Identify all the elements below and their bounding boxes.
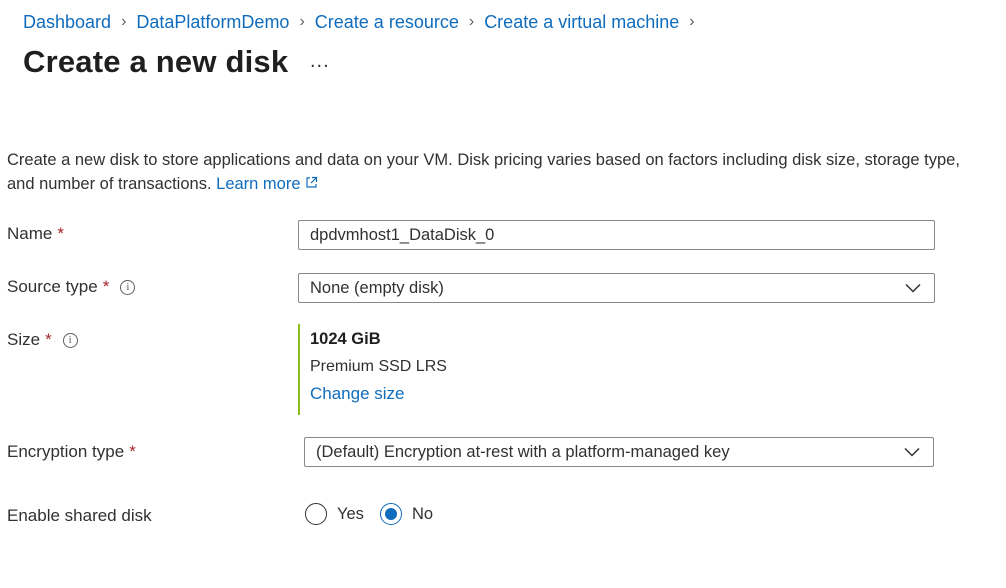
encryption-type-value: (Default) Encryption at-rest with a plat… [316,442,730,461]
source-type-dropdown[interactable]: None (empty disk) [298,273,935,303]
info-icon[interactable]: i [120,279,136,295]
info-icon[interactable]: i [62,332,78,348]
radio-unchecked-icon [305,503,327,525]
page-description: Create a new disk to store applications … [7,148,967,196]
name-label: Name * [7,224,64,243]
chevron-down-icon [903,278,923,298]
breadcrumb-create-a-virtual-machine[interactable]: Create a virtual machine [484,12,679,33]
breadcrumb: Dashboard › DataPlatformDemo › Create a … [23,10,705,34]
name-input[interactable]: dpdvmhost1_DataDisk_0 [298,220,935,250]
required-marker: * [57,224,64,243]
size-label: Size * i [7,330,78,350]
size-summary: 1024 GiB Premium SSD LRS Change size [298,324,447,415]
chevron-right-icon: › [299,13,305,30]
required-marker: * [129,442,136,461]
chevron-right-icon: › [689,13,695,30]
chevron-right-icon: › [468,13,475,30]
change-size-link[interactable]: Change size [310,384,447,404]
name-input-value: dpdvmhost1_DataDisk_0 [310,225,495,244]
encryption-type-label: Encryption type * [7,442,136,461]
learn-more-link[interactable]: Learn more [216,175,317,193]
required-marker: * [45,330,52,349]
breadcrumb-dataplatformdemo[interactable]: DataPlatformDemo [136,12,289,33]
radio-no-label: No [412,504,434,523]
encryption-type-dropdown[interactable]: (Default) Encryption at-rest with a plat… [304,437,934,467]
disk-size-value: 1024 GiB [310,330,381,348]
disk-sku-value: Premium SSD LRS [310,358,447,375]
external-link-icon [305,172,318,196]
breadcrumb-dashboard[interactable]: Dashboard [23,12,111,33]
radio-yes-label: Yes [337,504,364,523]
breadcrumb-create-a-resource[interactable]: Create a resource [315,12,459,33]
source-type-value: None (empty disk) [310,278,444,297]
description-text: Create a new disk to store applications … [7,151,960,193]
more-options-button[interactable]: ... [310,50,330,73]
source-type-label: Source type * i [7,277,136,297]
chevron-down-icon [902,442,922,462]
required-marker: * [102,277,110,296]
shared-disk-yes-radio[interactable]: Yes [305,503,364,525]
page-title: Create a new disk [23,44,289,79]
enable-shared-disk-label: Enable shared disk [7,506,152,525]
shared-disk-no-radio[interactable]: No [380,503,433,525]
chevron-right-icon: › [121,13,127,30]
radio-checked-icon [380,503,402,525]
